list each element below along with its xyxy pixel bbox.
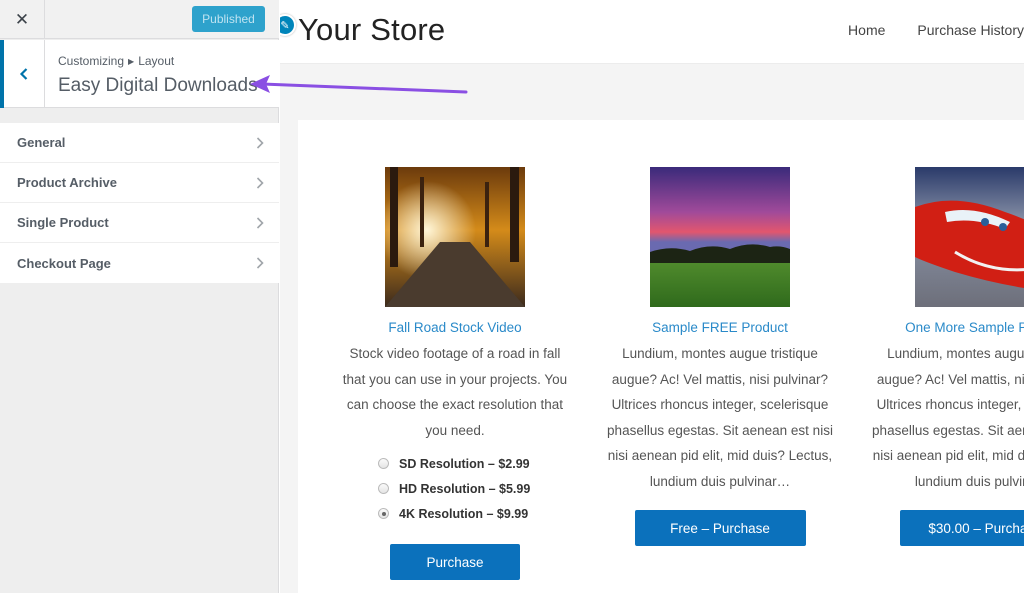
breadcrumb-separator-icon: ▶ bbox=[128, 57, 135, 66]
price-option-label: 4K Resolution – $9.99 bbox=[399, 506, 529, 521]
breadcrumb: Customizing ▶ Layout bbox=[58, 54, 174, 68]
close-customizer-button[interactable]: ✕ bbox=[0, 0, 45, 39]
site-title[interactable]: Your Store bbox=[298, 12, 445, 48]
radio-button[interactable] bbox=[378, 458, 389, 469]
sidebar-item-checkout-page[interactable]: Checkout Page bbox=[0, 243, 279, 283]
publish-button[interactable]: Published bbox=[192, 6, 265, 32]
customizer-screen: ✕ Published Customizing ▶ Layout Easy Digi… bbox=[0, 0, 1024, 593]
nav-link-purchase-history[interactable]: Purchase History bbox=[917, 22, 1024, 38]
radio-button-selected[interactable] bbox=[378, 508, 389, 519]
chevron-right-icon bbox=[256, 257, 264, 269]
sidebar-item-label: General bbox=[17, 135, 66, 150]
price-option-label: HD Resolution – $5.99 bbox=[399, 481, 531, 496]
section-title: Easy Digital Downloads bbox=[58, 75, 258, 96]
product-card: Fall Road Stock Video Stock video footag… bbox=[335, 167, 575, 580]
radio-button[interactable] bbox=[378, 483, 389, 494]
chevron-left-icon bbox=[19, 68, 28, 80]
chevron-right-icon bbox=[256, 176, 264, 189]
product-title-link[interactable]: Fall Road Stock Video bbox=[335, 320, 575, 335]
sidebar-item-label: Single Product bbox=[17, 215, 109, 230]
sidebar-item-label: Checkout Page bbox=[17, 255, 111, 271]
back-button[interactable] bbox=[0, 40, 45, 108]
sidebar-item-general[interactable]: General bbox=[0, 123, 279, 163]
purchase-button[interactable]: Free – Purchase bbox=[634, 510, 806, 546]
section-header: Customizing ▶ Layout Easy Digital Download… bbox=[0, 40, 279, 108]
section-list: General Product Archive Single Product C… bbox=[0, 123, 279, 283]
product-image-fall-road[interactable] bbox=[385, 167, 525, 307]
chevron-right-icon bbox=[256, 136, 264, 149]
product-description: Lundium, montes augue tristique augue? A… bbox=[607, 346, 833, 489]
site-preview: ✎ Your Store Home Purchase History Fall … bbox=[280, 0, 1024, 593]
site-header: ✎ Your Store Home Purchase History bbox=[280, 0, 1024, 64]
product-card: Sample FREE Product Lundium, montes augu… bbox=[600, 167, 840, 546]
sidebar-item-single-product[interactable]: Single Product bbox=[0, 203, 279, 243]
purchase-button[interactable]: $30.00 – Purchase bbox=[900, 510, 1024, 546]
product-title-link[interactable]: Sample FREE Product bbox=[600, 320, 840, 335]
nav-link-home[interactable]: Home bbox=[848, 22, 885, 38]
product-image-race-car[interactable] bbox=[915, 167, 1024, 307]
product-description: Lundium, montes augue tristique augue? A… bbox=[872, 346, 1024, 489]
product-image-sunset-field[interactable] bbox=[650, 167, 790, 307]
breadcrumb-item: Customizing bbox=[58, 54, 125, 68]
customizer-sidebar: ✕ Published Customizing ▶ Layout Easy Digi… bbox=[0, 0, 279, 593]
product-card: One More Sample Product Lundium, montes … bbox=[865, 167, 1024, 546]
sidebar-item-label: Product Archive bbox=[17, 175, 117, 190]
price-option-hd[interactable]: HD Resolution – $5.99 bbox=[378, 476, 575, 501]
chevron-right-icon bbox=[256, 216, 264, 229]
edit-shortcut-pencil-icon[interactable]: ✎ bbox=[280, 14, 296, 36]
sidebar-item-product-archive[interactable]: Product Archive bbox=[0, 163, 279, 203]
price-options: SD Resolution – $2.99 HD Resolution – $5… bbox=[335, 451, 575, 526]
purchase-button[interactable]: Purchase bbox=[390, 544, 520, 580]
main-nav: Home Purchase History bbox=[816, 22, 1024, 38]
price-option-sd[interactable]: SD Resolution – $2.99 bbox=[378, 451, 575, 476]
product-grid: Fall Road Stock Video Stock video footag… bbox=[298, 120, 1024, 593]
price-option-label: SD Resolution – $2.99 bbox=[399, 456, 530, 471]
product-title-link[interactable]: One More Sample Product bbox=[865, 320, 1024, 335]
close-icon: ✕ bbox=[14, 9, 30, 30]
breadcrumb-item: Layout bbox=[138, 54, 175, 68]
product-description: Stock video footage of a road in fall th… bbox=[342, 346, 568, 438]
price-option-4k[interactable]: 4K Resolution – $9.99 bbox=[378, 501, 575, 526]
customizer-header-bar: ✕ Published bbox=[0, 0, 279, 39]
